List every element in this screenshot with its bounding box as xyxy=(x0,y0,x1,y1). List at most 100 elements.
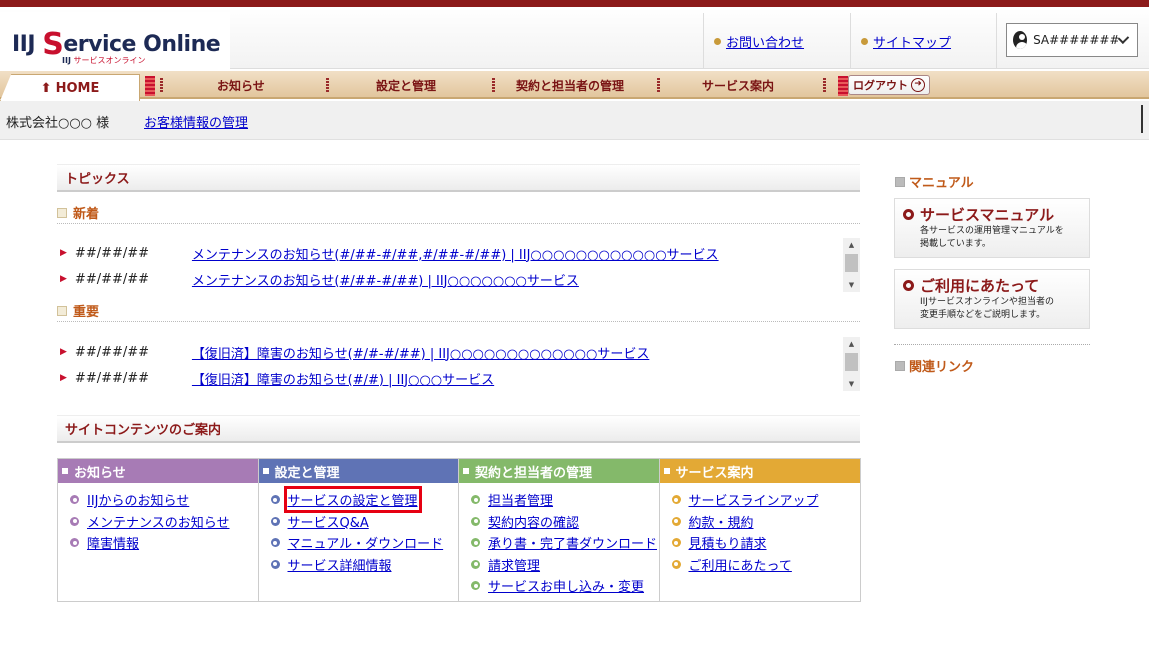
logo[interactable]: IIJ Service Online IIJ サービスオンライン xyxy=(0,12,230,70)
list-item: 障害情報 xyxy=(58,532,258,554)
bullet-icon xyxy=(714,37,721,45)
content-link[interactable]: ご利用にあたって xyxy=(689,555,792,574)
list-item: サービスお申し込み・変更 xyxy=(459,575,659,597)
square-icon xyxy=(262,468,269,474)
content-link[interactable]: 障害情報 xyxy=(87,533,139,552)
header: IIJ Service Online IIJ サービスオンライン お問い合わせ … xyxy=(0,7,1149,70)
circle-bullet-icon xyxy=(70,495,79,505)
nav-separator xyxy=(657,78,660,92)
column-settings: 設定と管理 サービスの設定と管理 サービスQ&A マニュアル・ダウンロード サー… xyxy=(258,459,459,601)
nav-item-contracts[interactable]: 契約と担当者の管理 xyxy=(516,71,624,99)
news-link[interactable]: メンテナンスのお知らせ(#/##-#/##) | IIJ○○○○○○○サービス xyxy=(192,270,579,289)
content-link[interactable]: 契約内容の確認 xyxy=(488,512,579,531)
contact-link[interactable]: お問い合わせ xyxy=(726,32,804,51)
content-link[interactable]: マニュアル・ダウンロード xyxy=(288,533,444,552)
content-link[interactable]: サービスお申し込み・変更 xyxy=(488,576,644,595)
list-item: 請求管理 xyxy=(459,554,659,576)
important-section-title: 重要 xyxy=(57,300,860,322)
list-item: IIJからのお知らせ xyxy=(58,489,258,511)
info-bar: 株式会社○○○ 様 お客様情報の管理 xyxy=(0,101,1149,140)
important-scrollbar[interactable]: ▲ ▼ xyxy=(843,337,860,391)
square-icon xyxy=(895,176,905,187)
related-links-title: 関連リンク xyxy=(895,356,974,375)
contact-link-wrap: お問い合わせ xyxy=(703,13,850,69)
banner-title-label: ご利用にあたって xyxy=(920,277,1040,295)
content-link[interactable]: サービスラインアップ xyxy=(689,490,819,509)
logout-label: ログアウト xyxy=(853,79,908,92)
home-icon: ⬆ xyxy=(40,80,52,96)
site-contents-title: サイトコンテンツのご案内 xyxy=(57,415,860,443)
content-link[interactable]: 約款・規約 xyxy=(689,512,754,531)
customer-info-link[interactable]: お客様情報の管理 xyxy=(144,112,248,131)
banner-title-label: サービスマニュアル xyxy=(920,206,1055,224)
list-item: ▶ ##/##/## メンテナンスのお知らせ(#/##-#/##) | IIJ○… xyxy=(57,269,842,289)
nav-home-tab[interactable]: ⬆ HOME xyxy=(0,74,140,101)
usage-guide-banner[interactable]: ご利用にあたって IIJサービスオンラインや担当者の 変更手順などをご説明します… xyxy=(894,269,1090,329)
logout-button[interactable]: ログアウト ➜ xyxy=(848,75,930,95)
circle-bullet-icon xyxy=(270,559,280,569)
news-date: ##/##/## xyxy=(74,344,150,360)
new-title-label: 新着 xyxy=(73,207,100,222)
list-item: 担当者管理 xyxy=(459,489,659,511)
new-scrollbar[interactable]: ▲ ▼ xyxy=(843,238,860,292)
news-link[interactable]: 【復旧済】障害のお知らせ(#/#) | IIJ○○○サービス xyxy=(192,369,494,388)
nav-separator xyxy=(145,76,155,96)
list-item: 約款・規約 xyxy=(660,511,861,533)
nav-item-settings[interactable]: 設定と管理 xyxy=(376,71,436,99)
scroll-down-icon[interactable]: ▼ xyxy=(843,377,860,391)
scroll-down-icon[interactable]: ▼ xyxy=(843,278,860,292)
important-title-label: 重要 xyxy=(73,305,100,320)
banner-description: 変更手順などをご説明します。 xyxy=(920,310,1046,320)
service-manual-banner[interactable]: サービスマニュアル 各サービスの運用管理マニュアルを 掲載しています。 xyxy=(894,198,1090,258)
circle-bullet-icon xyxy=(471,581,480,591)
content-link[interactable]: 見積もり請求 xyxy=(689,533,767,552)
content-link[interactable]: サービス詳細情報 xyxy=(288,555,392,574)
banner-description: 掲載しています。 xyxy=(920,239,991,249)
column-title: 設定と管理 xyxy=(274,465,340,481)
news-link[interactable]: 【復旧済】障害のお知らせ(#/#-#/##) | IIJ○○○○○○○○○○○○… xyxy=(192,343,649,362)
square-icon xyxy=(663,468,670,474)
scroll-thumb[interactable] xyxy=(845,254,858,272)
column-header: 契約と担当者の管理 xyxy=(459,459,659,483)
column-services: サービス案内 サービスラインアップ 約款・規約 見積もり請求 ご利用にあたって xyxy=(659,459,861,601)
square-icon xyxy=(895,360,905,371)
banner-title: ご利用にあたって xyxy=(903,275,1081,296)
user-menu-button[interactable]: SA####### xyxy=(1006,23,1138,57)
list-item: サービスの設定と管理 xyxy=(259,486,459,514)
scroll-up-icon[interactable]: ▲ xyxy=(843,337,860,351)
square-icon xyxy=(57,305,67,316)
sitemap-link-wrap: サイトマップ xyxy=(850,13,996,69)
user-icon xyxy=(1013,31,1028,49)
scroll-thumb[interactable] xyxy=(845,353,858,371)
list-item: サービスQ&A xyxy=(259,511,459,533)
list-item: ご利用にあたって xyxy=(660,554,861,576)
circle-bullet-icon xyxy=(270,495,280,505)
nav-separator xyxy=(823,78,826,92)
banner-description: IIJサービスオンラインや担当者の xyxy=(920,297,1054,307)
manual-title-label: マニュアル xyxy=(909,176,974,191)
column-title: 契約と担当者の管理 xyxy=(475,465,593,481)
content-link[interactable]: IIJからのお知らせ xyxy=(87,490,189,509)
circle-bullet-icon xyxy=(671,559,681,569)
square-icon xyxy=(57,207,67,218)
sitemap-link[interactable]: サイトマップ xyxy=(873,32,951,51)
circle-bullet-icon xyxy=(471,538,480,548)
arrow-right-icon: ➜ xyxy=(911,78,925,92)
scroll-up-icon[interactable]: ▲ xyxy=(843,238,860,252)
column-header: サービス案内 xyxy=(659,459,860,483)
content-link[interactable]: 承り書・完了書ダウンロード xyxy=(488,533,657,552)
content-link[interactable]: サービスQ&A xyxy=(288,512,369,531)
column-header: お知らせ xyxy=(58,459,258,483)
content-link[interactable]: メンテナンスのお知らせ xyxy=(87,512,229,531)
content-link[interactable]: 担当者管理 xyxy=(488,490,553,509)
news-link[interactable]: メンテナンスのお知らせ(#/##-#/##,#/##-#/##) | IIJ○○… xyxy=(192,244,719,263)
user-id-label: SA####### xyxy=(1033,33,1120,47)
service-settings-link[interactable]: サービスの設定と管理 xyxy=(283,486,422,514)
nav-item-services[interactable]: サービス案内 xyxy=(702,71,774,99)
column-contracts: 契約と担当者の管理 担当者管理 契約内容の確認 承り書・完了書ダウンロード 請求… xyxy=(459,459,660,601)
triangle-right-icon: ▶ xyxy=(60,274,67,284)
nav-item-news[interactable]: お知らせ xyxy=(217,71,265,99)
content-link[interactable]: 請求管理 xyxy=(488,555,540,574)
square-icon xyxy=(463,468,469,474)
circle-bullet-icon xyxy=(671,495,681,505)
